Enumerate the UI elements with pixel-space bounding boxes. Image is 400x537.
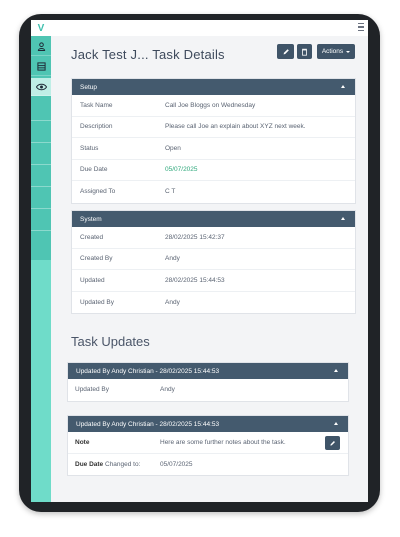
detail-label: Updated bbox=[80, 276, 105, 284]
due-date-label: Due Date bbox=[75, 460, 104, 468]
collapse-icon[interactable] bbox=[341, 85, 345, 88]
detail-row: Updated By Andy bbox=[72, 292, 355, 314]
update-card: Updated By Andy Christian - 28/02/2025 1… bbox=[67, 415, 349, 476]
sidebar-divider bbox=[31, 208, 51, 209]
sidebar-divider bbox=[31, 186, 51, 187]
detail-label: Due Date bbox=[80, 166, 108, 174]
detail-value: Call Joe Bloggs on Wednesday bbox=[165, 101, 256, 109]
eye-icon bbox=[35, 83, 47, 90]
sidebar-divider bbox=[31, 164, 51, 165]
sidebar-item-user[interactable] bbox=[31, 38, 51, 56]
detail-label: Updated By bbox=[75, 386, 109, 394]
detail-label: Created By bbox=[80, 255, 113, 263]
top-bar bbox=[51, 20, 368, 36]
actions-dropdown[interactable]: Actions bbox=[317, 44, 355, 59]
update-heading: Updated By Andy Christian - 28/02/2025 1… bbox=[76, 367, 220, 375]
system-heading: System bbox=[80, 215, 102, 223]
detail-row: Due Date Changed to: 05/07/2025 bbox=[68, 454, 348, 476]
detail-value: Andy bbox=[160, 386, 175, 394]
detail-value: 28/02/2025 15:42:37 bbox=[165, 233, 225, 241]
setup-card-header[interactable]: Setup bbox=[72, 79, 355, 95]
detail-row: Due Date 05/07/2025 bbox=[72, 160, 355, 181]
note-label-cell: Note bbox=[68, 439, 160, 446]
detail-value: C T bbox=[165, 188, 176, 196]
detail-value: Open bbox=[165, 144, 181, 152]
detail-row: Status Open bbox=[72, 138, 355, 160]
detail-label: Description bbox=[80, 123, 113, 131]
detail-row: Task Name Call Joe Bloggs on Wednesday bbox=[72, 95, 355, 117]
detail-label: Task Name bbox=[80, 101, 113, 109]
setup-heading: Setup bbox=[80, 83, 97, 91]
detail-label: Assigned To bbox=[80, 188, 116, 196]
detail-row: Note Here are some further notes about t… bbox=[68, 432, 348, 454]
edit-icon bbox=[330, 440, 335, 446]
system-card: System Created 28/02/2025 15:42:37 Creat… bbox=[71, 210, 356, 314]
sidebar-divider bbox=[31, 230, 51, 231]
caret-down-icon bbox=[346, 50, 351, 53]
actions-label: Actions bbox=[321, 48, 344, 55]
edit-icon bbox=[283, 48, 289, 54]
list-icon bbox=[36, 62, 46, 71]
collapse-icon[interactable] bbox=[334, 369, 338, 372]
detail-row: Updated By Andy bbox=[68, 379, 348, 401]
sidebar-divider bbox=[31, 120, 51, 121]
sidebar-item-list[interactable] bbox=[31, 58, 51, 76]
collapse-icon[interactable] bbox=[334, 422, 338, 425]
app-logo[interactable]: V bbox=[31, 20, 51, 36]
note-value: Here are some further notes about the ta… bbox=[160, 438, 286, 446]
detail-value: 28/02/2025 15:44:53 bbox=[165, 276, 225, 284]
update-card: Updated By Andy Christian - 28/02/2025 1… bbox=[67, 362, 349, 402]
collapse-icon[interactable] bbox=[341, 217, 345, 220]
app-logo-letter: V bbox=[37, 22, 45, 34]
detail-label: Status bbox=[80, 144, 99, 152]
app-screen: V Jack Test J... Task Details Actions Se… bbox=[31, 20, 368, 502]
delete-button[interactable] bbox=[297, 44, 312, 59]
update-card-header[interactable]: Updated By Andy Christian - 28/02/2025 1… bbox=[68, 416, 348, 432]
update-card-header[interactable]: Updated By Andy Christian - 28/02/2025 1… bbox=[68, 363, 348, 379]
due-date-change-label: Due Date Changed to: bbox=[68, 461, 160, 468]
system-card-header[interactable]: System bbox=[72, 211, 355, 227]
changed-to-label: Changed to: bbox=[103, 460, 141, 468]
detail-value: Andy bbox=[165, 298, 180, 306]
page-title: Jack Test J... Task Details bbox=[71, 47, 225, 62]
sidebar-nav bbox=[31, 20, 51, 260]
detail-row: Description Please call Joe an explain a… bbox=[72, 117, 355, 138]
detail-label: Updated By bbox=[80, 298, 114, 306]
sidebar: V bbox=[31, 20, 51, 502]
detail-row: Created 28/02/2025 15:42:37 bbox=[72, 227, 355, 249]
detail-row: Created By Andy bbox=[72, 249, 355, 270]
detail-row: Assigned To C T bbox=[72, 181, 355, 203]
detail-value: 05/07/2025 bbox=[160, 460, 193, 468]
detail-label: Created bbox=[80, 233, 104, 241]
trash-icon bbox=[302, 48, 307, 56]
edit-button[interactable] bbox=[277, 44, 294, 59]
sidebar-item-view[interactable] bbox=[31, 78, 51, 96]
user-icon bbox=[37, 42, 45, 51]
detail-value: Please call Joe an explain about XYZ nex… bbox=[165, 123, 306, 131]
due-date-value: 05/07/2025 bbox=[165, 166, 198, 174]
detail-row: Updated 28/02/2025 15:44:53 bbox=[72, 270, 355, 292]
edit-note-button[interactable] bbox=[325, 436, 340, 450]
task-updates-title: Task Updates bbox=[71, 334, 150, 349]
note-label: Note bbox=[75, 438, 90, 446]
update-heading: Updated By Andy Christian - 28/02/2025 1… bbox=[76, 420, 220, 428]
menu-icon[interactable] bbox=[358, 23, 364, 32]
setup-card: Setup Task Name Call Joe Bloggs on Wedne… bbox=[71, 78, 356, 204]
sidebar-divider bbox=[31, 142, 51, 143]
detail-value: Andy bbox=[165, 255, 180, 263]
